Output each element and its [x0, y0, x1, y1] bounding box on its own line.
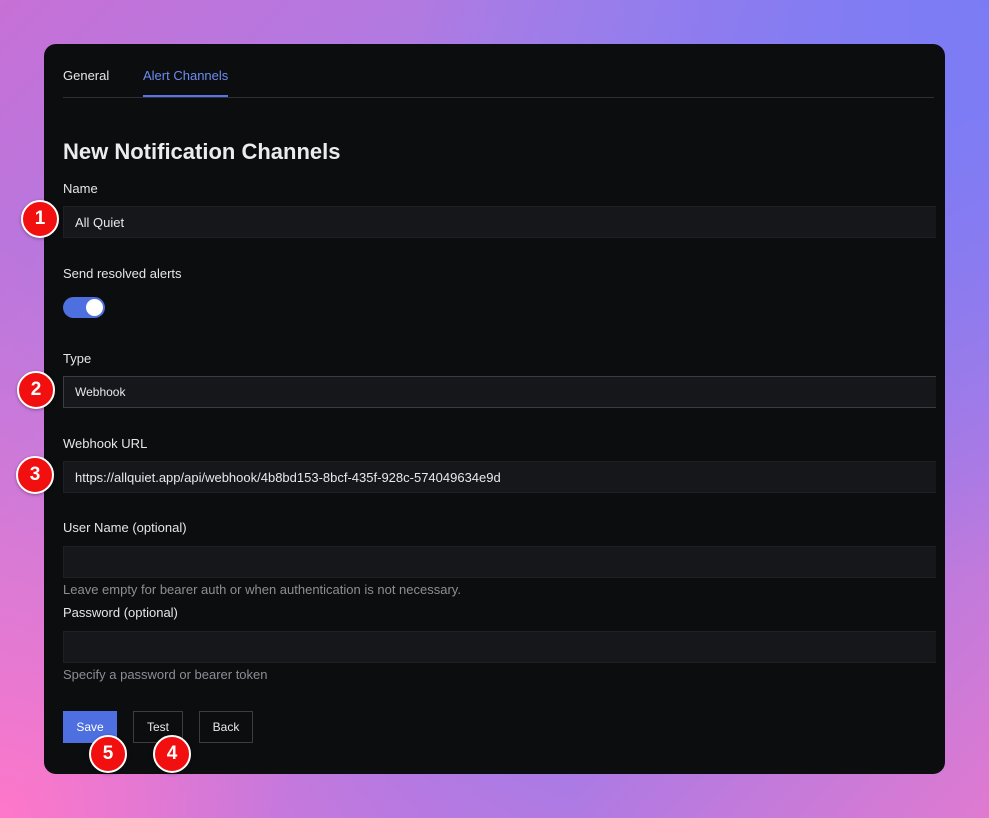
send-resolved-label: Send resolved alerts: [63, 266, 182, 281]
annotation-badge-1: 1: [21, 200, 59, 238]
name-input[interactable]: [63, 206, 936, 238]
user-name-label: User Name (optional): [63, 520, 187, 535]
tab-general[interactable]: General: [63, 68, 109, 97]
page-title: New Notification Channels: [63, 139, 341, 164]
password-input[interactable]: [63, 631, 936, 663]
name-label: Name: [63, 181, 98, 196]
webhook-url-input[interactable]: [63, 461, 936, 493]
back-button[interactable]: Back: [199, 711, 253, 743]
user-name-input[interactable]: [63, 546, 936, 578]
tab-bar: General Alert Channels: [63, 44, 934, 98]
toggle-knob: [86, 299, 103, 316]
password-helper: Specify a password or bearer token: [63, 667, 268, 682]
tab-alert-channels[interactable]: Alert Channels: [143, 68, 229, 97]
settings-panel: General Alert Channels New Notification …: [44, 44, 945, 774]
type-select-value: Webhook: [75, 385, 126, 399]
annotation-badge-4: 4: [153, 735, 191, 773]
user-name-helper: Leave empty for bearer auth or when auth…: [63, 582, 461, 597]
annotation-badge-5: 5: [89, 735, 127, 773]
password-label: Password (optional): [63, 605, 178, 620]
webhook-url-label: Webhook URL: [63, 436, 148, 451]
type-select[interactable]: Webhook: [63, 376, 936, 408]
send-resolved-toggle[interactable]: [63, 297, 105, 318]
annotation-badge-3: 3: [16, 456, 54, 494]
type-label: Type: [63, 351, 92, 366]
annotation-badge-2: 2: [17, 371, 55, 409]
